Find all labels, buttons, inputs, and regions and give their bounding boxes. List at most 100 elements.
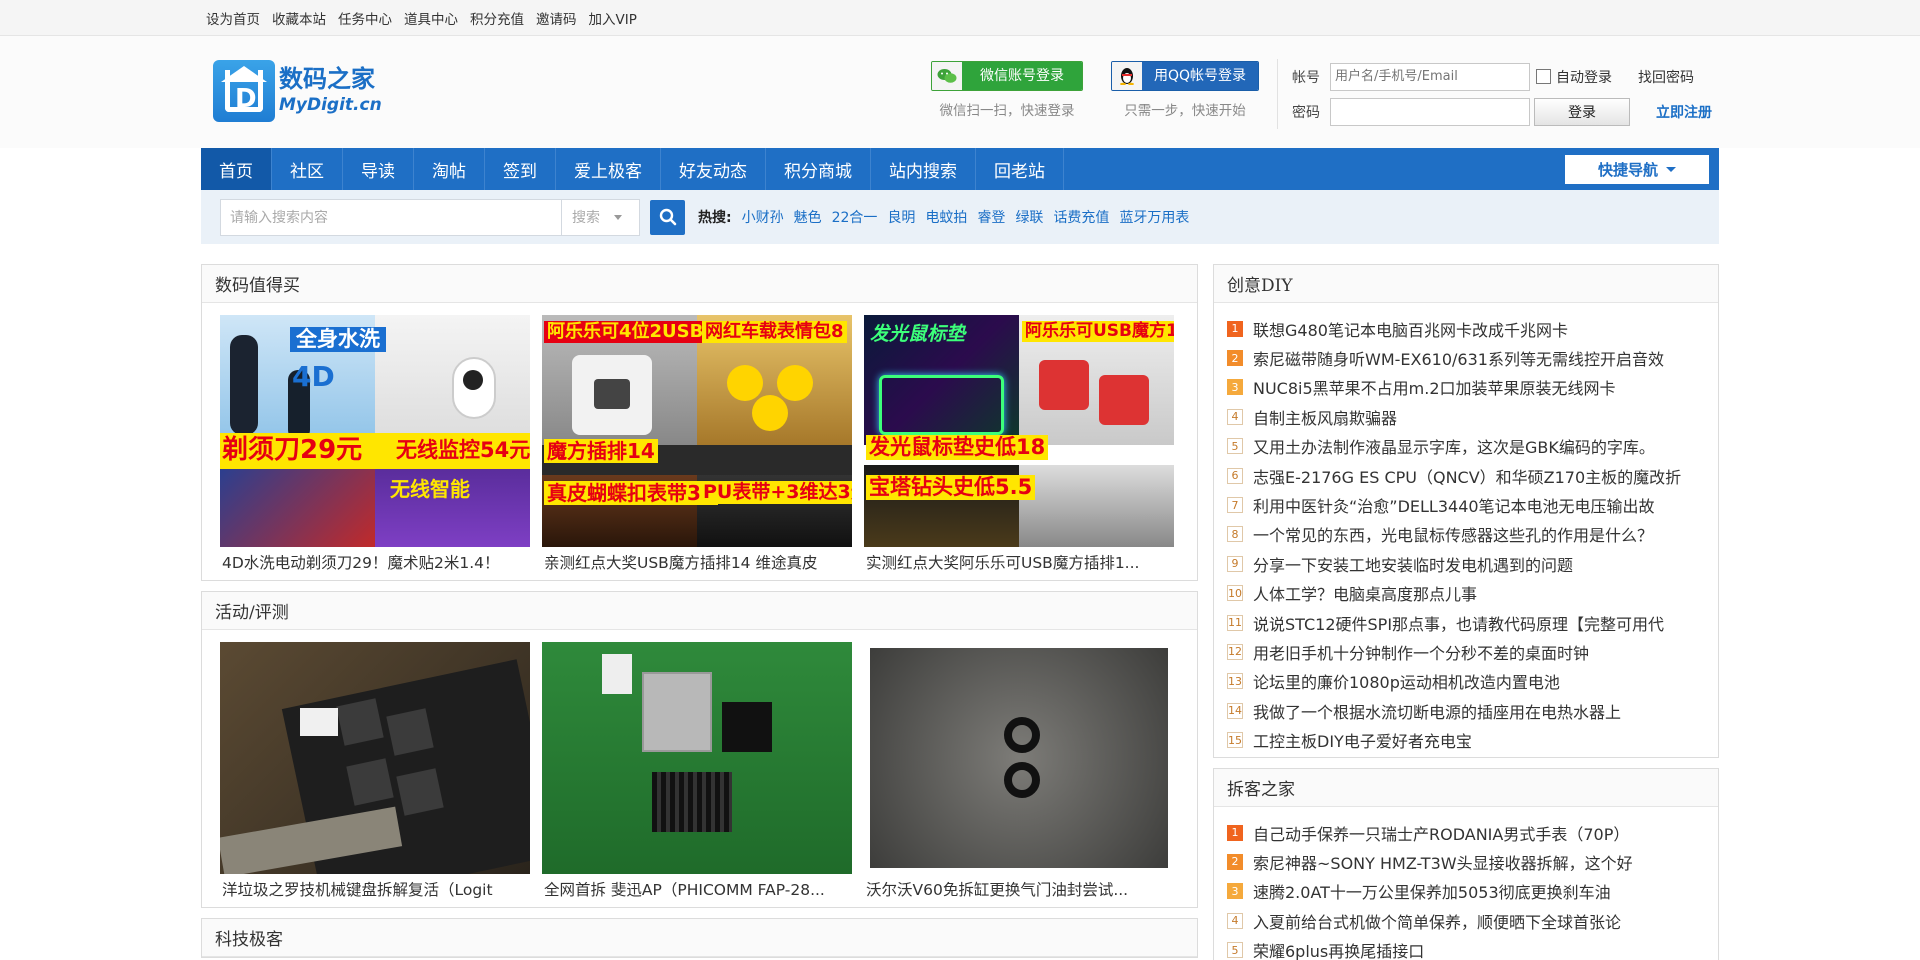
- qq-login-button[interactable]: 用QQ帐号登录: [1111, 61, 1260, 91]
- deal-card[interactable]: 阿乐乐可4位2USB 网红车载表情包8 魔方插排14 真皮蝴蝶扣表带30 PU表…: [542, 315, 852, 580]
- list-item[interactable]: 3 NUC8i5黑苹果不占用m.2口加装苹果原装无线网卡: [1227, 373, 1718, 402]
- search-input[interactable]: 请输入搜索内容: [220, 198, 562, 236]
- list-item[interactable]: 1 联想G480笔记本电脑百兆网卡改成千兆网卡: [1227, 314, 1718, 343]
- auto-login-label[interactable]: 自动登录: [1556, 67, 1612, 87]
- list-item[interactable]: 12 用老旧手机十分钟制作一个分秒不差的桌面时钟: [1227, 637, 1718, 666]
- nav-item[interactable]: 回老站: [976, 148, 1064, 190]
- list-item[interactable]: 13 论坛里的廉价1080p运动相机改造内置电池: [1227, 667, 1718, 696]
- review-card[interactable]: 洋垃圾之罗技机械键盘拆解复活（Logit: [220, 642, 530, 907]
- nav-item[interactable]: 站内搜索: [871, 148, 976, 190]
- register-link[interactable]: 立即注册: [1656, 102, 1712, 122]
- auto-login-checkbox[interactable]: [1536, 69, 1551, 84]
- hot-search-link[interactable]: 良明: [887, 210, 915, 226]
- list-item-title[interactable]: 索尼磁带随身听WM-EX610/631系列等无需线控开启音效: [1253, 346, 1664, 370]
- list-item-title[interactable]: 自己动手保养一只瑞士产RODANIA男式手表（70P）: [1253, 821, 1629, 845]
- hot-search-link[interactable]: 睿登: [977, 210, 1005, 226]
- hot-search-link[interactable]: 22合一: [832, 210, 878, 226]
- list-item-title[interactable]: 人体工学？电脑桌高度那点儿事: [1253, 581, 1477, 605]
- nav-item[interactable]: 签到: [485, 148, 556, 190]
- list-item-title[interactable]: NUC8i5黑苹果不占用m.2口加装苹果原装无线网卡: [1253, 375, 1616, 399]
- forgot-password-link[interactable]: 找回密码: [1638, 67, 1694, 87]
- deal-caption[interactable]: 实测红点大奖阿乐乐可USB魔方插排1...: [864, 547, 1174, 580]
- nav-item[interactable]: 导读: [343, 148, 414, 190]
- review-image[interactable]: [864, 642, 1174, 874]
- list-item-title[interactable]: 速腾2.0AT十一万公里保养加5053彻底更换刹车油: [1253, 879, 1611, 903]
- list-item-title[interactable]: 联想G480笔记本电脑百兆网卡改成千兆网卡: [1253, 317, 1568, 341]
- list-item[interactable]: 4 自制主板风扇欺骗器: [1227, 402, 1718, 431]
- hot-search-link[interactable]: 魅色: [794, 210, 822, 226]
- list-item-title[interactable]: 志强E-2176G ES CPU（QNCV）和华硕Z170主板的魔改折: [1253, 464, 1681, 488]
- list-item-title[interactable]: 荣耀6plus再换尾插接口: [1253, 938, 1424, 960]
- password-input[interactable]: [1330, 97, 1530, 126]
- wechat-login-button[interactable]: 微信账号登录: [931, 61, 1083, 91]
- nav-item[interactable]: 首页: [201, 148, 272, 190]
- deal-image[interactable]: 全身水洗 4D 剃须刀29元 无线监控54元 无线智能: [220, 315, 530, 547]
- hot-search-link[interactable]: 蓝牙万用表: [1119, 210, 1189, 226]
- nav-item[interactable]: 淘帖: [414, 148, 485, 190]
- panel-title: 数码值得买: [202, 265, 1197, 303]
- list-item[interactable]: 11 说说STC12硬件SPI那点事，也请教代码原理【完整可用代: [1227, 608, 1718, 637]
- hot-search-link[interactable]: 话费充值: [1053, 210, 1109, 226]
- list-item-title[interactable]: 自制主板风扇欺骗器: [1253, 405, 1397, 429]
- nav-item[interactable]: 好友动态: [661, 148, 766, 190]
- deal-caption[interactable]: 亲测红点大奖USB魔方插排14 维途真皮: [542, 547, 852, 580]
- list-item-title[interactable]: 入夏前给台式机做个简单保养，顺便晒下全球首张论: [1253, 909, 1621, 933]
- list-item-title[interactable]: 分享一下安装工地安装临时发电机遇到的问题: [1253, 552, 1573, 576]
- list-item[interactable]: 1 自己动手保养一只瑞士产RODANIA男式手表（70P）: [1227, 818, 1718, 847]
- list-item-title[interactable]: 索尼神器~SONY HMZ-T3W头显接收器拆解，这个好: [1253, 850, 1633, 874]
- hot-search-link[interactable]: 小财孙: [742, 210, 784, 226]
- quick-nav-dropdown[interactable]: 快捷导航: [1565, 155, 1709, 184]
- list-item-title[interactable]: 说说STC12硬件SPI那点事，也请教代码原理【完整可用代: [1253, 611, 1664, 635]
- top-link[interactable]: 加入VIP: [589, 8, 637, 28]
- list-item[interactable]: 4 入夏前给台式机做个简单保养，顺便晒下全球首张论: [1227, 906, 1718, 935]
- hot-search-link[interactable]: 绿联: [1015, 210, 1043, 226]
- list-item-title[interactable]: 利用中医针灸“治愈”DELL3440笔记本电池无电压输出故: [1253, 493, 1655, 517]
- review-image[interactable]: [220, 642, 530, 874]
- top-link[interactable]: 任务中心: [338, 8, 392, 28]
- top-link[interactable]: 积分充值: [470, 8, 524, 28]
- top-link[interactable]: 收藏本站: [272, 8, 326, 28]
- list-item-title[interactable]: 一个常见的东西，光电鼠标传感器这些孔的作用是什么？: [1253, 522, 1653, 546]
- deal-image[interactable]: 阿乐乐可4位2USB 网红车载表情包8 魔方插排14 真皮蝴蝶扣表带30 PU表…: [542, 315, 852, 547]
- deal-card[interactable]: 发光鼠标垫 阿乐乐可USB魔方14 发光鼠标垫史低18 宝塔钻头史低5.5 实测…: [864, 315, 1174, 580]
- deal-card[interactable]: 全身水洗 4D 剃须刀29元 无线监控54元 无线智能 4D水洗电动剃须刀29！…: [220, 315, 530, 580]
- list-item-title[interactable]: 又用土办法制作液晶显示字库，这次是GBK编码的字库。: [1253, 434, 1655, 458]
- nav-item[interactable]: 积分商城: [766, 148, 871, 190]
- nav-item[interactable]: 社区: [272, 148, 343, 190]
- list-item-title[interactable]: 用老旧手机十分钟制作一个分秒不差的桌面时钟: [1253, 640, 1589, 664]
- list-item[interactable]: 5 荣耀6plus再换尾插接口: [1227, 935, 1718, 960]
- nav-item[interactable]: 爱上极客: [556, 148, 661, 190]
- list-item[interactable]: 10 人体工学？电脑桌高度那点儿事: [1227, 579, 1718, 608]
- list-item[interactable]: 8 一个常见的东西，光电鼠标传感器这些孔的作用是什么？: [1227, 520, 1718, 549]
- list-item[interactable]: 3 速腾2.0AT十一万公里保养加5053彻底更换刹车油: [1227, 877, 1718, 906]
- top-link[interactable]: 设为首页: [206, 8, 260, 28]
- list-item[interactable]: 2 索尼磁带随身听WM-EX610/631系列等无需线控开启音效: [1227, 343, 1718, 372]
- review-image[interactable]: [542, 642, 852, 874]
- list-item-title[interactable]: 工控主板DIY电子爱好者充电宝: [1253, 728, 1472, 752]
- search-button[interactable]: [650, 199, 685, 235]
- list-item-title[interactable]: 论坛里的廉价1080p运动相机改造内置电池: [1253, 669, 1560, 693]
- deal-caption[interactable]: 4D水洗电动剃须刀29！魔术贴2米1.4！: [220, 547, 530, 580]
- logo-subtitle: MyDigit.cn: [279, 95, 382, 115]
- search-type-select[interactable]: 搜索: [562, 198, 640, 236]
- login-button[interactable]: 登录: [1534, 97, 1630, 126]
- list-item-title[interactable]: 我做了一个根据水流切断电源的插座用在电热水器上: [1253, 699, 1621, 723]
- list-item[interactable]: 14 我做了一个根据水流切断电源的插座用在电热水器上: [1227, 696, 1718, 725]
- review-caption[interactable]: 全网首拆 斐迅AP（PHICOMM FAP-28...: [542, 874, 852, 907]
- list-item[interactable]: 2 索尼神器~SONY HMZ-T3W头显接收器拆解，这个好: [1227, 847, 1718, 876]
- deal-image[interactable]: 发光鼠标垫 阿乐乐可USB魔方14 发光鼠标垫史低18 宝塔钻头史低5.5: [864, 315, 1174, 547]
- list-item[interactable]: 5 又用土办法制作液晶显示字库，这次是GBK编码的字库。: [1227, 432, 1718, 461]
- review-caption[interactable]: 洋垃圾之罗技机械键盘拆解复活（Logit: [220, 874, 530, 907]
- review-caption[interactable]: 沃尔沃V60免拆缸更换气门油封尝试...: [864, 874, 1174, 907]
- hot-search-link[interactable]: 电蚊拍: [925, 210, 967, 226]
- list-item[interactable]: 9 分享一下安装工地安装临时发电机遇到的问题: [1227, 549, 1718, 578]
- list-item[interactable]: 6 志强E-2176G ES CPU（QNCV）和华硕Z170主板的魔改折: [1227, 461, 1718, 490]
- top-link[interactable]: 邀请码: [536, 8, 577, 28]
- list-item[interactable]: 7 利用中医针灸“治愈”DELL3440笔记本电池无电压输出故: [1227, 490, 1718, 519]
- review-card[interactable]: 沃尔沃V60免拆缸更换气门油封尝试...: [864, 642, 1174, 907]
- site-logo[interactable]: D 数码之家 MyDigit.cn: [213, 60, 382, 122]
- review-card[interactable]: 全网首拆 斐迅AP（PHICOMM FAP-28...: [542, 642, 852, 907]
- top-link[interactable]: 道具中心: [404, 8, 458, 28]
- list-item[interactable]: 15 工控主板DIY电子爱好者充电宝: [1227, 725, 1718, 754]
- account-input[interactable]: [1330, 62, 1530, 91]
